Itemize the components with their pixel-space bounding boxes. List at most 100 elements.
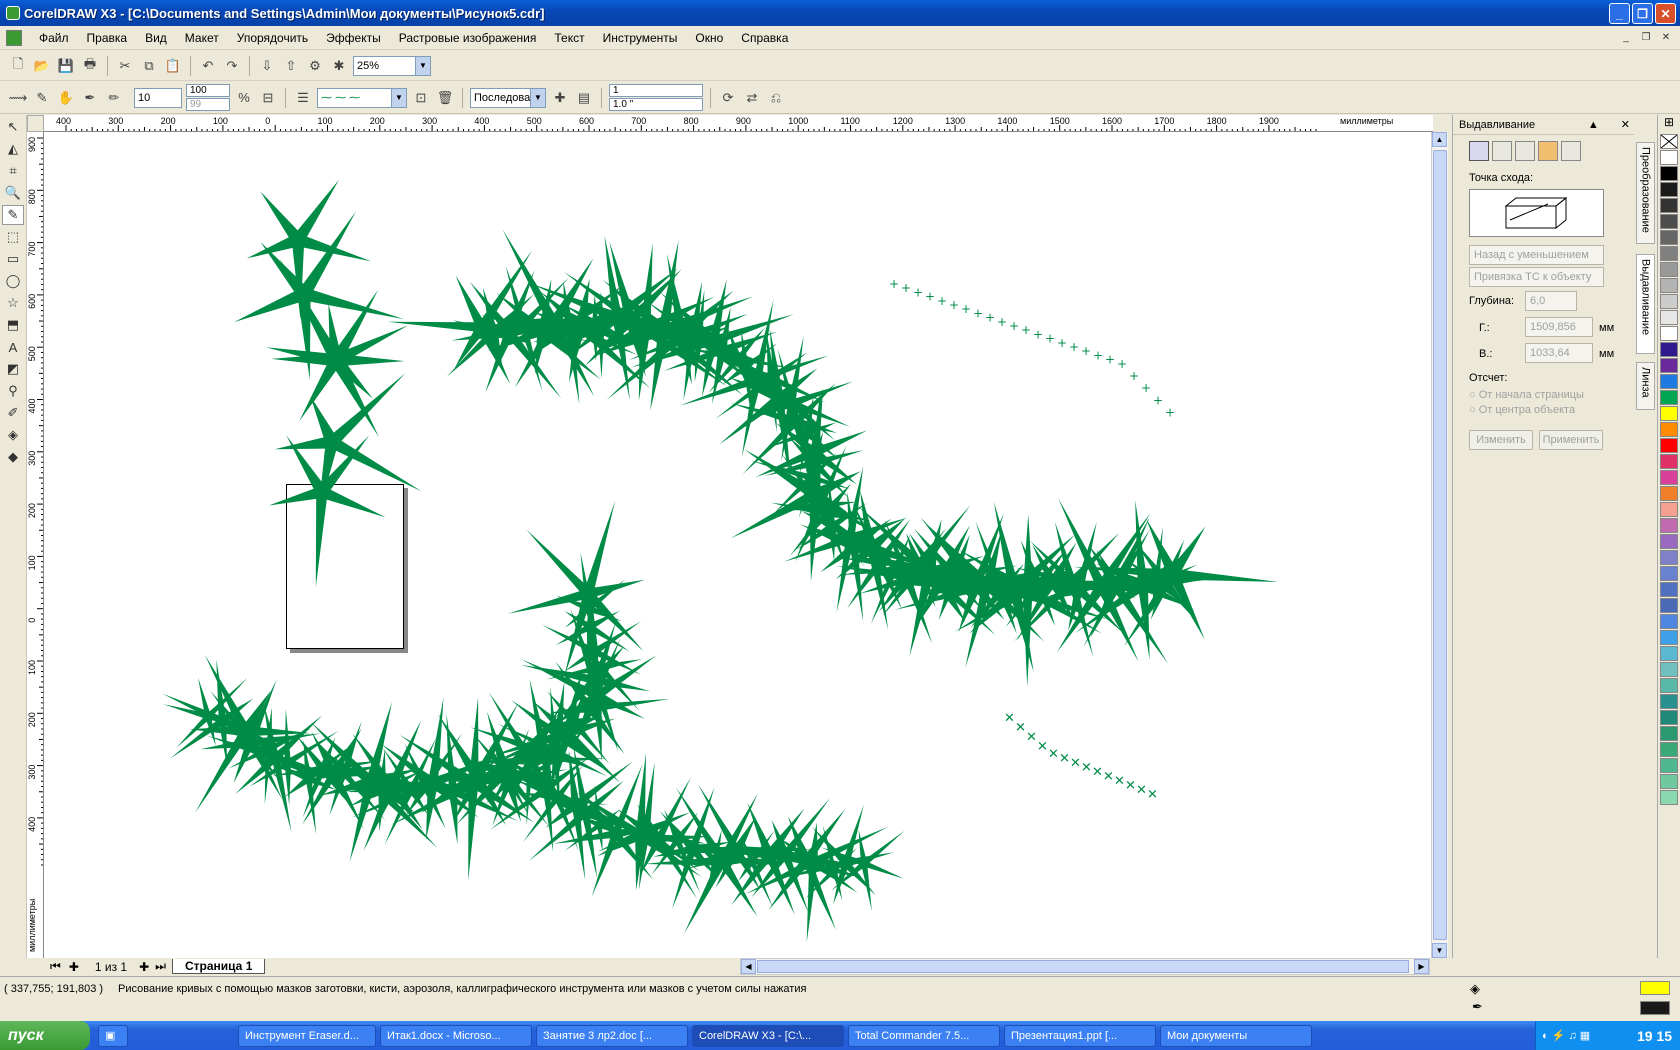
outline-color-swatch[interactable] (1640, 1001, 1670, 1015)
save-artistic-icon[interactable]: ⊡ (411, 88, 431, 108)
color-swatch[interactable] (1660, 486, 1678, 501)
fill-indicator-icon[interactable]: ◈ (1470, 981, 1480, 997)
radio-page-origin[interactable]: ○ От начала страницы (1469, 389, 1584, 401)
quicklaunch-desktop-icon[interactable]: ▣ (98, 1024, 128, 1047)
add-to-spraylist-icon[interactable]: ✚ (550, 88, 570, 108)
color-swatch[interactable] (1660, 598, 1678, 613)
new-icon[interactable]: 🗋 (8, 56, 28, 76)
doc-close-button[interactable]: ✕ (1658, 30, 1674, 45)
extrude-type-select[interactable]: Назад с уменьшением (1469, 245, 1604, 265)
task-my-documents[interactable]: Мои документы (1160, 1024, 1312, 1047)
h-field[interactable]: 1509,856 (1525, 317, 1593, 337)
welcome-icon[interactable]: ✱ (329, 56, 349, 76)
menu-view[interactable]: Вид (136, 31, 176, 45)
last-page-icon[interactable]: ⏭ (155, 959, 166, 974)
color-swatch[interactable] (1660, 214, 1678, 229)
ruler-origin[interactable] (27, 115, 44, 132)
menu-help[interactable]: Справка (732, 31, 797, 45)
color-swatch[interactable] (1660, 742, 1678, 757)
stroke-preview-select[interactable]: ⁓ ⁓ ⁓ ▼ (317, 87, 407, 108)
collapse-icon[interactable]: ▲ (1588, 119, 1599, 131)
reset-icon[interactable]: ⎌ (766, 88, 786, 108)
spacing-field[interactable]: 1.0 " (609, 98, 703, 111)
color-swatch[interactable] (1660, 422, 1678, 437)
interactive-fill-icon[interactable]: ◆ (2, 447, 24, 467)
pressure-icon[interactable]: ✏ (104, 88, 124, 108)
offset-icon[interactable]: ⇄ (742, 88, 762, 108)
import-icon[interactable]: ⇩ (257, 56, 277, 76)
outline-tool-icon[interactable]: ✐ (2, 403, 24, 423)
document-icon[interactable] (6, 29, 22, 46)
minimize-button[interactable]: _ (1609, 3, 1630, 24)
pick-tool-icon[interactable]: ↖ (2, 117, 24, 137)
chevron-down-icon[interactable]: ▼ (530, 88, 545, 107)
chevron-down-icon[interactable]: ▼ (391, 88, 406, 107)
radio-object-center[interactable]: ○ От центра объекта (1469, 404, 1575, 416)
color-swatch[interactable] (1660, 726, 1678, 741)
color-swatch[interactable] (1660, 662, 1678, 677)
color-swatch[interactable] (1660, 326, 1678, 341)
menu-tools[interactable]: Инструменты (594, 31, 687, 45)
copy-icon[interactable]: ⧉ (139, 56, 159, 76)
smart-fill-icon[interactable]: ⬚ (2, 227, 24, 247)
light-icon[interactable] (1515, 141, 1535, 161)
hscroll-thumb[interactable] (757, 960, 1409, 973)
color-swatch[interactable] (1660, 310, 1678, 325)
color-swatch[interactable] (1660, 774, 1678, 789)
color-swatch[interactable] (1660, 198, 1678, 213)
lock-icon[interactable]: ⊟ (258, 88, 278, 108)
docker-close-icon[interactable]: ✕ (1621, 118, 1630, 131)
rotation-3d-icon[interactable] (1492, 141, 1512, 161)
add-page-icon[interactable]: ✚ (69, 960, 79, 974)
depth-field[interactable]: 6,0 (1525, 291, 1577, 311)
horizontal-ruler[interactable]: 400 300 200 100 0 100 200 300 400 500 600 700 800 900… (44, 115, 1433, 132)
zoom-select[interactable]: 25% ▼ (353, 55, 431, 76)
bevel-icon[interactable] (1561, 141, 1581, 161)
interactive-tool-icon[interactable]: ◩ (2, 359, 24, 379)
menu-text[interactable]: Текст (545, 31, 593, 45)
vertical-ruler[interactable]: 900 800 700 600 500 400 300 200 100 0 100 200 300 400… (27, 132, 44, 958)
task-presentation-ppt[interactable]: Презентация1.ppt [... (1004, 1024, 1156, 1047)
tab-extrude[interactable]: Выдавливание (1636, 254, 1655, 354)
undo-icon[interactable]: ↶ (198, 56, 218, 76)
rectangle-tool-icon[interactable]: ▭ (2, 249, 24, 269)
menu-file[interactable]: Файл (30, 31, 78, 45)
delete-icon[interactable]: 🗑 (435, 88, 455, 108)
color-swatch[interactable] (1660, 630, 1678, 645)
color-swatch[interactable] (1660, 502, 1678, 517)
color-swatch[interactable] (1660, 646, 1678, 661)
menu-window[interactable]: Окно (686, 31, 732, 45)
menu-layout[interactable]: Макет (176, 31, 228, 45)
color-swatch[interactable] (1660, 358, 1678, 373)
edit-button[interactable]: Изменить (1469, 430, 1533, 450)
add-page-after-icon[interactable]: ✚ (139, 960, 149, 974)
tab-transform[interactable]: Преобразование (1636, 142, 1655, 244)
color-swatch[interactable] (1660, 470, 1678, 485)
size-field-a[interactable]: 100 (186, 84, 230, 97)
menu-edit[interactable]: Правка (78, 31, 137, 45)
spraylist-icon[interactable]: ▤ (574, 88, 594, 108)
camera-icon[interactable] (1469, 141, 1489, 161)
color-swatch[interactable] (1660, 534, 1678, 549)
artistic-media-tool-icon[interactable]: ✎ (2, 205, 24, 225)
eyedropper-tool-icon[interactable]: ⚲ (2, 381, 24, 401)
color-swatch[interactable] (1660, 278, 1678, 293)
preset-icon[interactable]: ⟿ (8, 88, 28, 108)
color-swatch[interactable] (1660, 406, 1678, 421)
color-swatch[interactable] (1660, 230, 1678, 245)
color-swatch[interactable] (1660, 342, 1678, 357)
color-swatch[interactable] (1660, 246, 1678, 261)
doc-minimize-button[interactable]: _ (1618, 30, 1634, 45)
fill-color-swatch[interactable] (1640, 981, 1670, 995)
task-itak1-docx[interactable]: Итак1.docx - Microso... (380, 1024, 532, 1047)
color-swatch[interactable] (1660, 582, 1678, 597)
color-swatch[interactable] (1660, 566, 1678, 581)
tray-icons[interactable]: ◐ ⚡ ♫ ▦ (1542, 1029, 1590, 1042)
task-zanyatie-doc[interactable]: Занятие 3 лр2.doc [... (536, 1024, 688, 1047)
horizontal-scrollbar[interactable]: ◀ ▶ (740, 958, 1430, 975)
tab-lens[interactable]: Линза (1636, 362, 1655, 410)
color-swatch[interactable] (1660, 182, 1678, 197)
menu-effects[interactable]: Эффекты (317, 31, 390, 45)
scroll-up-icon[interactable]: ▲ (1432, 132, 1447, 147)
color-swatch[interactable] (1660, 550, 1678, 565)
